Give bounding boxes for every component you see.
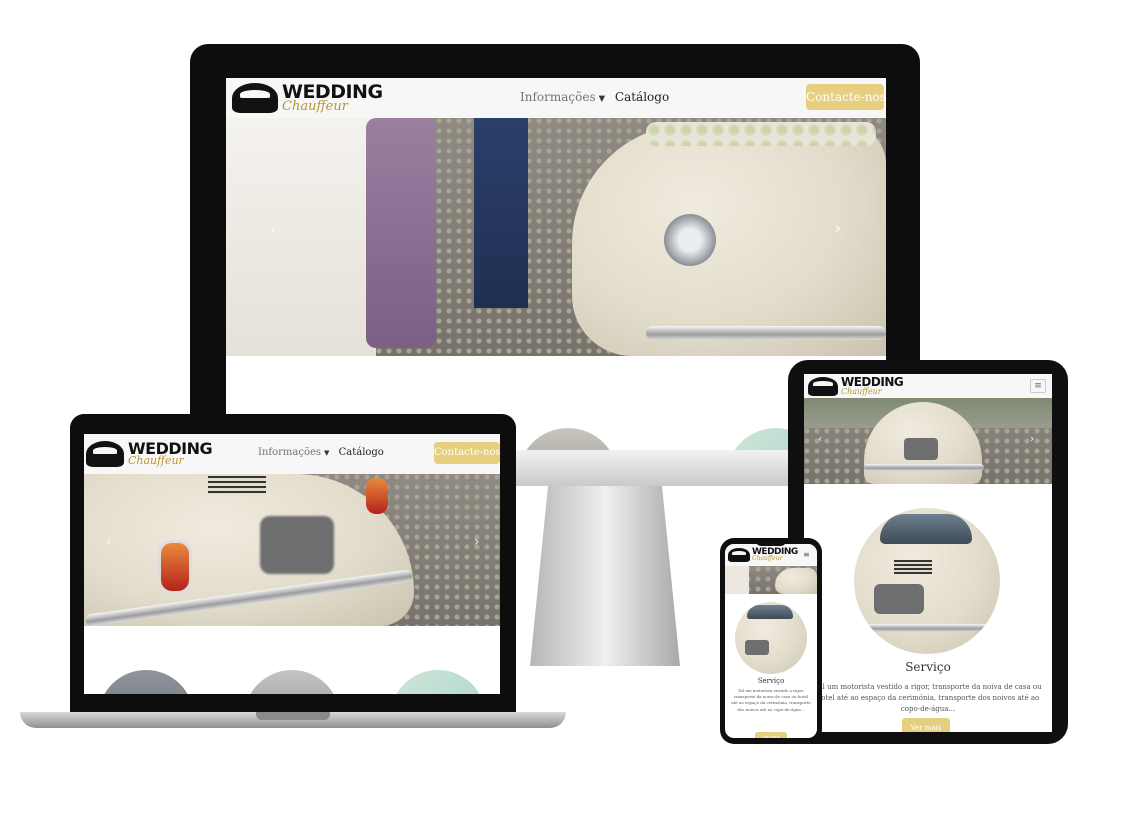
- service-license-plate: [874, 584, 924, 614]
- service-title: Serviço: [757, 677, 785, 685]
- service-image: [854, 508, 1000, 654]
- nav-menu: Informações ▼ Catálogo: [520, 90, 669, 104]
- chevron-right-icon[interactable]: ›: [1030, 432, 1034, 445]
- chevron-left-icon[interactable]: ‹: [270, 222, 276, 238]
- service-title: Serviço: [905, 660, 951, 674]
- chevron-right-icon[interactable]: ›: [834, 218, 841, 239]
- service-car-window: [747, 605, 793, 619]
- service-engine-grille: [894, 560, 932, 574]
- service-description: Tal um motorista vestido a rigor, transp…: [814, 683, 1042, 713]
- nav-informacoes[interactable]: Informações: [520, 90, 596, 104]
- hero-carousel-image: [725, 566, 817, 594]
- monitor-stand: [530, 486, 680, 666]
- hero-car-bumper: [646, 326, 886, 340]
- beetle-logo-icon: [728, 548, 750, 562]
- hero-taillight-left: [158, 540, 192, 594]
- nav-catalogo[interactable]: Catálogo: [339, 447, 384, 458]
- hero-flowers: [646, 122, 876, 146]
- see-more-button[interactable]: Ver mais: [902, 718, 950, 732]
- brand-logo[interactable]: WEDDING Chauffeur: [808, 376, 904, 396]
- hero-bride-dress: [226, 118, 376, 356]
- phone-notch: [756, 540, 786, 546]
- laptop-screen: WEDDING Chauffeur Informações ▼ Catálogo …: [84, 434, 500, 694]
- hero-car: [775, 568, 817, 594]
- nav-menu: Informações ▼ Catálogo: [258, 447, 384, 458]
- nav-informacoes[interactable]: Informações: [258, 447, 321, 458]
- service-circle-2: [244, 670, 340, 694]
- service-car-bumper: [854, 624, 1000, 632]
- hero-carousel-image: ‹ ›: [804, 398, 1052, 484]
- hamburger-menu-icon[interactable]: ≡: [803, 550, 810, 559]
- chevron-right-icon[interactable]: ›: [474, 534, 480, 550]
- hamburger-menu-icon[interactable]: ≡: [1030, 379, 1046, 393]
- laptop-notch: [256, 712, 330, 720]
- hero-car-headlight: [664, 214, 716, 266]
- brand-logo[interactable]: WEDDING Chauffeur: [232, 81, 383, 115]
- hero-taillight-right: [366, 478, 388, 514]
- hero-car: [572, 124, 886, 356]
- navbar: WEDDING Chauffeur Informações ▼ Catálogo …: [84, 434, 500, 474]
- service-circle-1: [98, 670, 194, 694]
- hero-carousel-image: ‹ ›: [226, 118, 886, 356]
- desktop-screen: WEDDING Chauffeur Informações ▼ Catálogo …: [226, 78, 886, 450]
- hero-license-plate: [260, 516, 334, 574]
- chevron-left-icon[interactable]: ‹: [818, 432, 822, 445]
- beetle-logo-icon: [86, 441, 124, 467]
- brand-logo[interactable]: WEDDING Chauffeur: [728, 547, 798, 563]
- phone-screen: WEDDING Chauffeur ≡ Serviço Tal um motor…: [725, 544, 817, 738]
- navbar: WEDDING Chauffeur Informações ▼ Catálogo …: [226, 78, 886, 118]
- navbar: WEDDING Chauffeur ≡: [804, 374, 1052, 398]
- service-description: Tal um motorista vestido a rigor, transp…: [731, 688, 811, 712]
- brand-logo[interactable]: WEDDING Chauffeur: [86, 438, 213, 470]
- nav-catalogo[interactable]: Catálogo: [615, 90, 669, 104]
- service-license-plate: [745, 640, 769, 655]
- service-car-window: [880, 514, 972, 544]
- hero-carousel-image: ‹ ›: [84, 474, 500, 627]
- contact-button[interactable]: Contacte-nos: [434, 442, 500, 464]
- beetle-logo-icon: [232, 83, 278, 113]
- hero-groom-suit: [474, 118, 528, 308]
- hero-engine-grille: [208, 476, 266, 494]
- see-more-button[interactable]: Ver mais: [755, 732, 787, 738]
- caret-down-icon[interactable]: ▼: [599, 93, 605, 103]
- caret-down-icon[interactable]: ▼: [324, 449, 329, 457]
- hero-guest-dress: [366, 118, 436, 348]
- service-circle-3: [390, 670, 486, 694]
- chevron-left-icon[interactable]: ‹: [106, 534, 112, 550]
- service-image: [735, 602, 807, 674]
- hero-license-plate: [904, 438, 938, 460]
- beetle-logo-icon: [808, 376, 838, 396]
- brand-script: Chauffeur: [752, 555, 783, 563]
- service-circle-1: [518, 428, 618, 450]
- tablet-screen: WEDDING Chauffeur ≡ ‹ › Serviço Tal um m…: [804, 374, 1052, 732]
- hero-bride-dress: [725, 566, 749, 594]
- contact-button[interactable]: Contacte-nos: [806, 84, 886, 110]
- navbar: WEDDING Chauffeur ≡: [725, 544, 817, 566]
- hero-car-bumper: [864, 464, 984, 471]
